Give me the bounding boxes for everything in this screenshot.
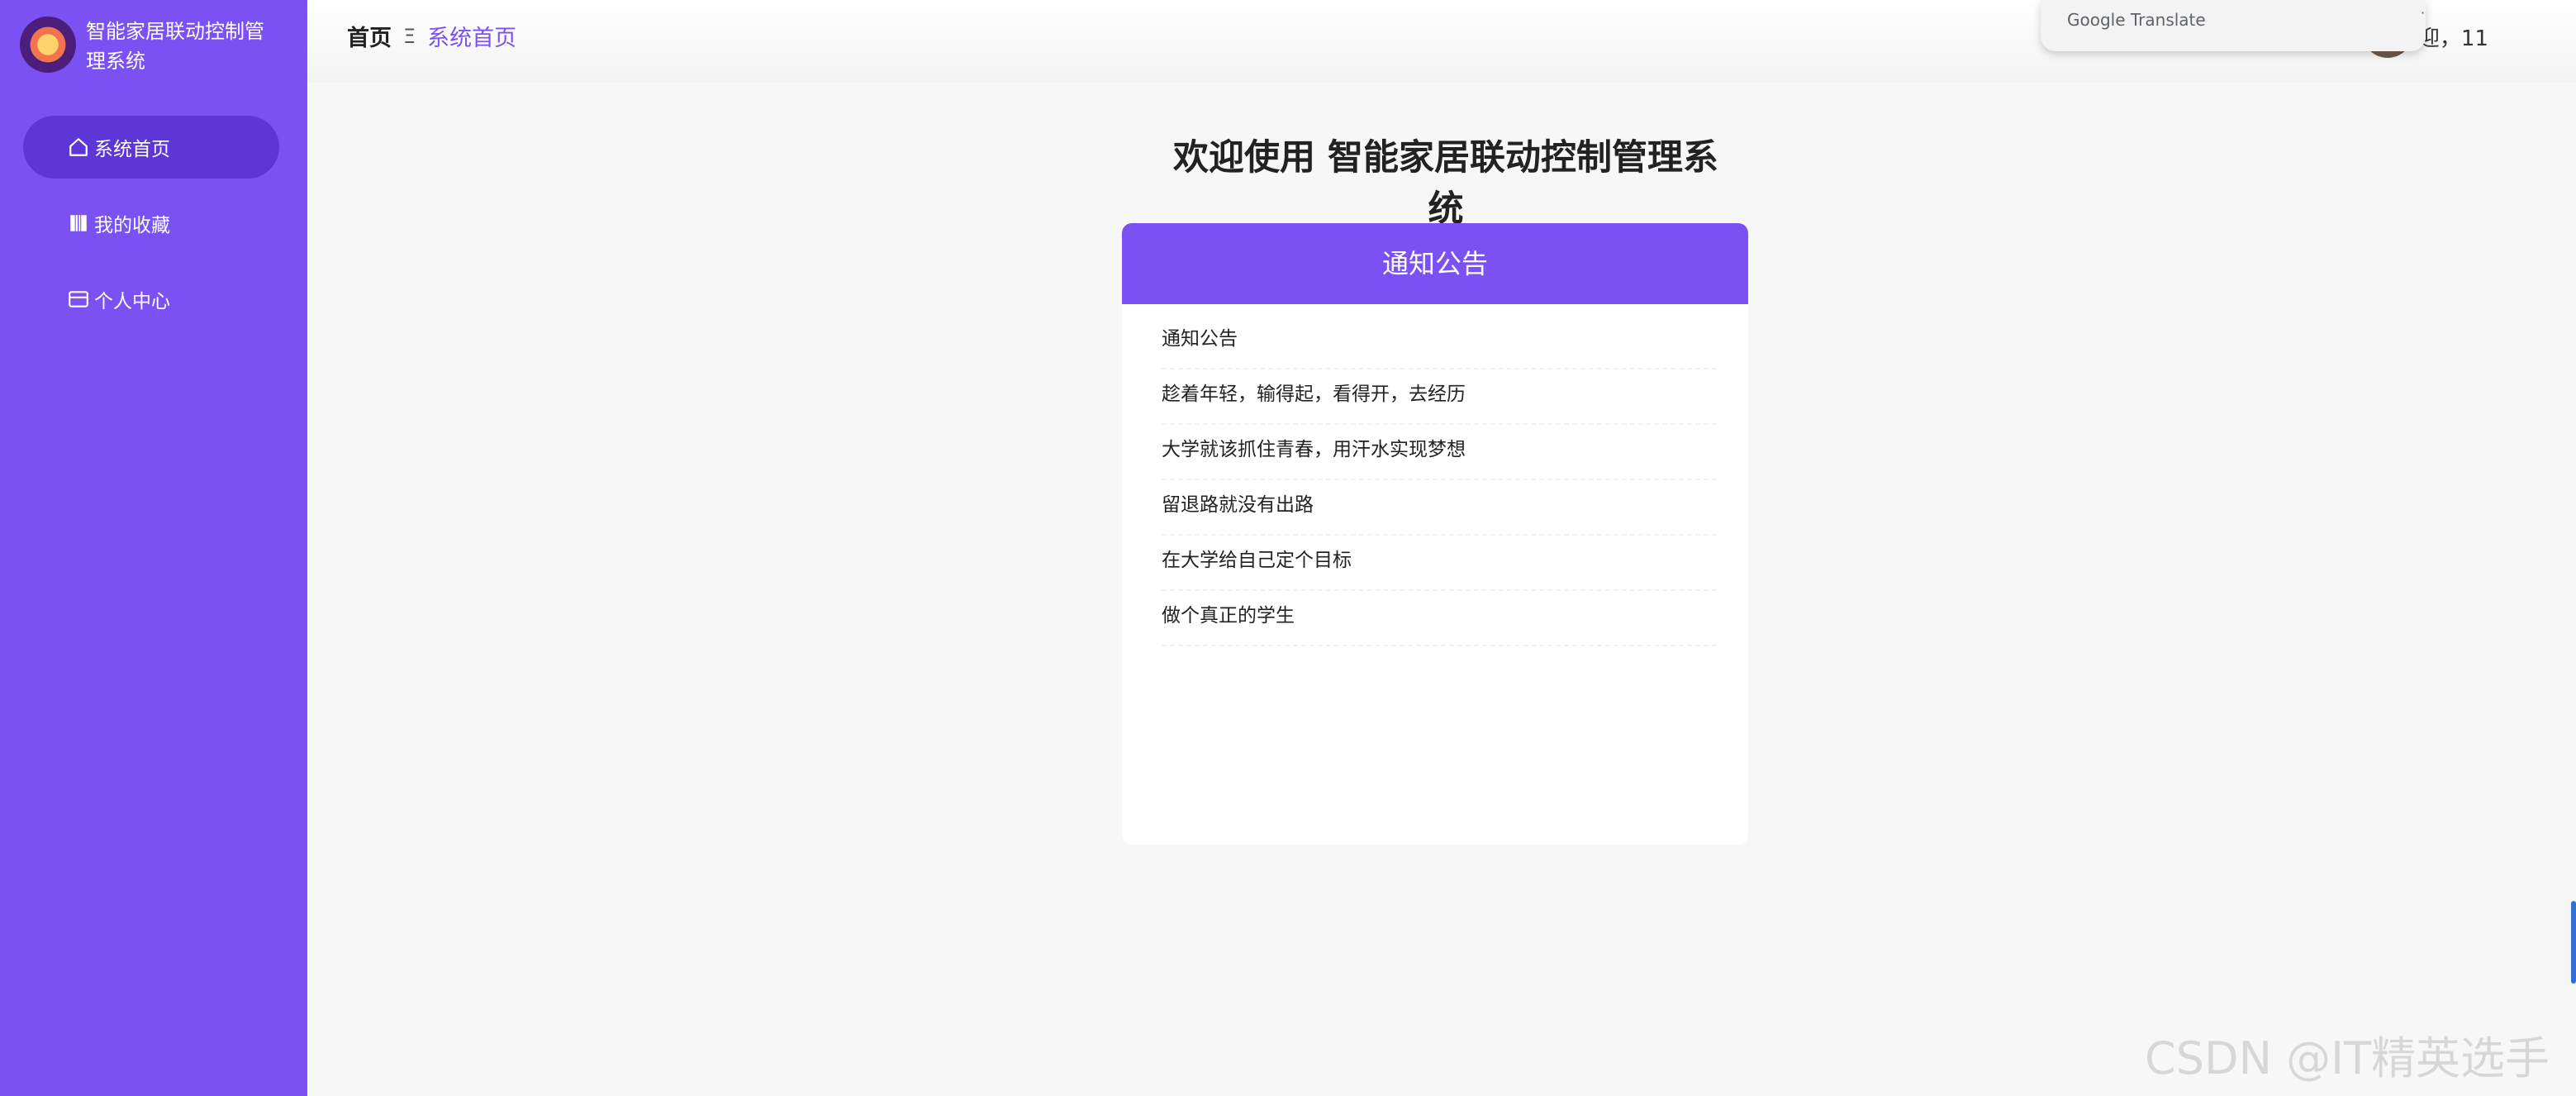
notice-item[interactable]: 大学就该抓住青春，用汗水实现梦想 (1162, 425, 1717, 480)
breadcrumb-current: 系统首页 (427, 26, 517, 51)
sidebar-item-profile[interactable]: 个人中心 (23, 268, 279, 331)
brand-title: 智能家居联动控制管理系统 (86, 20, 264, 73)
page-title: 欢迎使用 智能家居联动控制管理系统 (1173, 137, 1718, 230)
sidebar-item-label: 系统首页 (94, 139, 170, 160)
notice-card: 通知公告 通知公告 趁着年轻，输得起，看得开，去经历 大学就该抓住青春，用汗水实… (1122, 223, 1748, 845)
notice-item[interactable]: 趁着年轻，输得起，看得开，去经历 (1162, 369, 1717, 425)
sidebar: 智能家居联动控制管理系统 系统首页 我的收藏 个人中心 (0, 0, 307, 1096)
sidebar-item-label: 我的收藏 (94, 215, 170, 236)
notice-list: 通知公告 趁着年轻，输得起，看得开，去经历 大学就该抓住青春，用汗水实现梦想 留… (1122, 304, 1748, 646)
google-translate-label: Google Translate (2067, 10, 2206, 30)
breadcrumb-home[interactable]: 首页 (347, 20, 392, 52)
sidebar-item-favorites[interactable]: 我的收藏 (23, 192, 279, 255)
scrollbar-thumb[interactable] (2571, 901, 2576, 984)
sidebar-nav: 系统首页 我的收藏 个人中心 (23, 116, 279, 344)
logo-icon (20, 17, 76, 73)
notice-item[interactable]: 在大学给自己定个目标 (1162, 536, 1717, 591)
bookmark-icon (68, 212, 89, 234)
notice-header: 通知公告 (1122, 223, 1748, 304)
notice-item[interactable]: 留退路就没有出路 (1162, 480, 1717, 536)
google-translate-popup[interactable]: Google Translate (2041, 0, 2426, 51)
card-icon (68, 288, 89, 310)
breadcrumb: 首页 Ξ 系统首页 (347, 20, 516, 52)
notice-item[interactable]: 做个真正的学生 (1162, 591, 1717, 646)
sidebar-item-label: 个人中心 (94, 291, 170, 312)
notice-item[interactable]: 通知公告 (1162, 314, 1717, 369)
csdn-watermark: CSDN @IT精英选手 (2145, 1032, 2550, 1084)
breadcrumb-separator-icon: Ξ (403, 24, 416, 48)
home-icon (68, 136, 89, 158)
popup-dot: · (2421, 5, 2426, 21)
app-root: 智能家居联动控制管理系统 系统首页 我的收藏 个人中心 首页 Ξ 系统首页 迎，… (0, 0, 2576, 1096)
welcome-text: 迎，11 (2417, 26, 2488, 51)
sidebar-item-home[interactable]: 系统首页 (23, 116, 279, 179)
brand[interactable]: 智能家居联动控制管理系统 (20, 17, 276, 76)
